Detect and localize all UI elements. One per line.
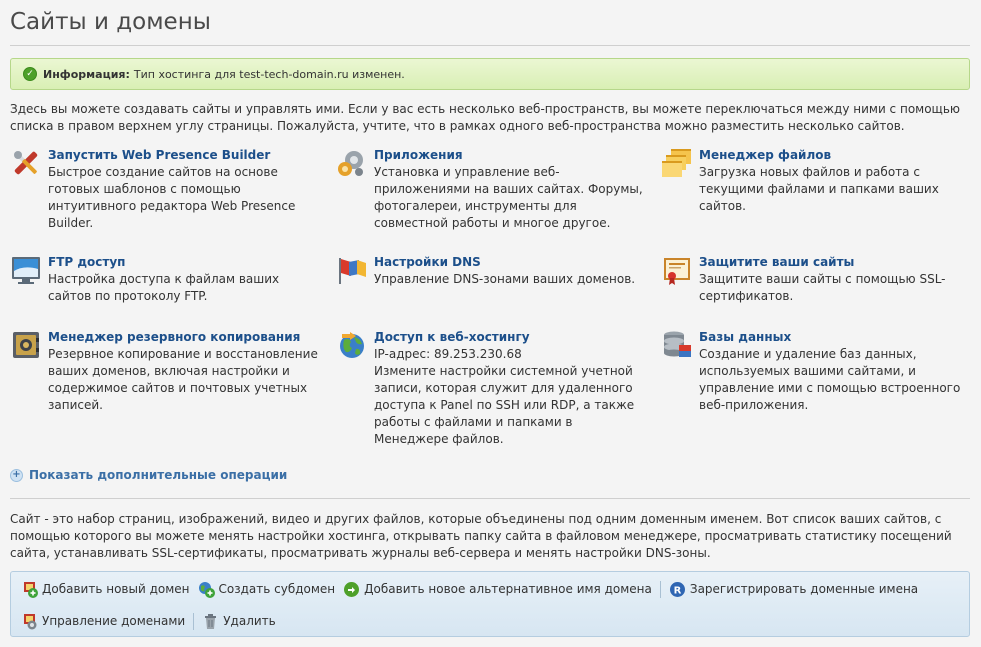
register-icon: R: [669, 581, 685, 597]
web-builder-icon: [13, 150, 38, 175]
feature-description: Загрузка новых файлов и работа с текущим…: [699, 165, 939, 213]
toolbar-separator: [193, 612, 195, 630]
register-domains-button[interactable]: R Зарегистрировать доменные имена: [669, 581, 918, 598]
feature-title-link[interactable]: Менеджер резервного копирования: [48, 329, 318, 345]
feature-title-link[interactable]: Настройки DNS: [374, 254, 644, 270]
feature-title-link[interactable]: Менеджер файлов: [699, 147, 969, 163]
feature-description: Измените настройки системной учетной зап…: [374, 364, 635, 446]
applications-icon: [338, 151, 363, 176]
manage-domains-button[interactable]: Управление доменами: [21, 613, 185, 630]
delete-button[interactable]: Удалить: [202, 613, 276, 630]
add-domain-alias-button[interactable]: Добавить новое альтернативное имя домена: [343, 581, 652, 598]
web-hosting-access-icon: [340, 332, 364, 358]
trash-icon: [205, 613, 217, 629]
info-label: Информация:: [43, 67, 130, 81]
feature-title-link[interactable]: FTP доступ: [48, 254, 318, 270]
create-subdomain-icon: [198, 581, 215, 598]
add-alias-label: Добавить новое альтернативное имя домена: [364, 582, 652, 596]
create-subdomain-button[interactable]: Создать субдомен: [198, 581, 336, 598]
feature-title-link[interactable]: Приложения: [374, 147, 644, 163]
feature-description: Быстрое создание сайтов на основе готовы…: [48, 165, 296, 230]
feature-title-link[interactable]: Защитите ваши сайты: [699, 254, 969, 270]
create-subdomain-label: Создать субдомен: [218, 582, 336, 596]
show-more-operations-label: Показать дополнительные операции: [29, 468, 288, 482]
feature-description: Создание и удаление баз данных, использу…: [699, 347, 961, 412]
databases-icon: [664, 331, 691, 357]
feature-title-link[interactable]: Базы данных: [699, 329, 969, 345]
ftp-icon: [12, 257, 40, 284]
feature-title-link[interactable]: Запустить Web Presence Builder: [48, 147, 318, 163]
backup-icon: [13, 332, 39, 358]
feature-description: Резервное копирование и восстановление в…: [48, 347, 318, 412]
domains-toolbar: Добавить новый домен Создать субдомен До…: [10, 571, 970, 637]
section-divider: [10, 498, 970, 499]
feature-description: Настройка доступа к файлам ваших сайтов …: [48, 272, 280, 303]
feature-description: Управление DNS-зонами ваших доменов.: [374, 272, 636, 286]
add-alias-icon: [344, 581, 360, 597]
dns-icon: [339, 258, 366, 284]
feature-description: Установка и управление веб-приложениями …: [374, 165, 643, 230]
svg-text:R: R: [674, 585, 682, 596]
plus-icon: +: [10, 468, 23, 482]
add-domain-button[interactable]: Добавить новый домен: [21, 581, 190, 598]
register-domains-label: Зарегистрировать доменные имена: [689, 582, 919, 596]
page: Сайты и домены ✓ Информация: Тип хостинг…: [0, 0, 981, 647]
add-domain-label: Добавить новый домен: [42, 582, 190, 596]
certificate-icon: [664, 258, 690, 285]
feature-description: Защитите ваши сайты с помощью SSL-сертиф…: [699, 272, 946, 303]
intro-text: Здесь вы можете создавать сайты и управл…: [10, 102, 961, 133]
sites-description: Сайт - это набор страниц, изображений, в…: [10, 512, 952, 560]
toolbar-separator: [659, 580, 661, 598]
ip-address: IP-адрес: 89.253.230.68: [374, 347, 522, 361]
info-message: ✓ Информация: Тип хостинга для test-tech…: [10, 58, 970, 90]
delete-label: Удалить: [223, 614, 276, 628]
show-more-operations-link[interactable]: + Показать дополнительные операции: [10, 468, 287, 482]
manage-domains-label: Управление доменами: [42, 614, 186, 628]
manage-domains-icon: [24, 613, 37, 629]
title-divider: [10, 45, 970, 46]
add-domain-icon: [24, 581, 38, 598]
page-title: Сайты и домены: [10, 9, 211, 35]
info-text: Тип хостинга для test-tech-domain.ru изм…: [133, 67, 405, 81]
checkmark-icon: ✓: [23, 67, 37, 81]
file-manager-icon: [662, 149, 691, 177]
feature-title-link[interactable]: Доступ к веб-хостингу: [374, 329, 644, 345]
